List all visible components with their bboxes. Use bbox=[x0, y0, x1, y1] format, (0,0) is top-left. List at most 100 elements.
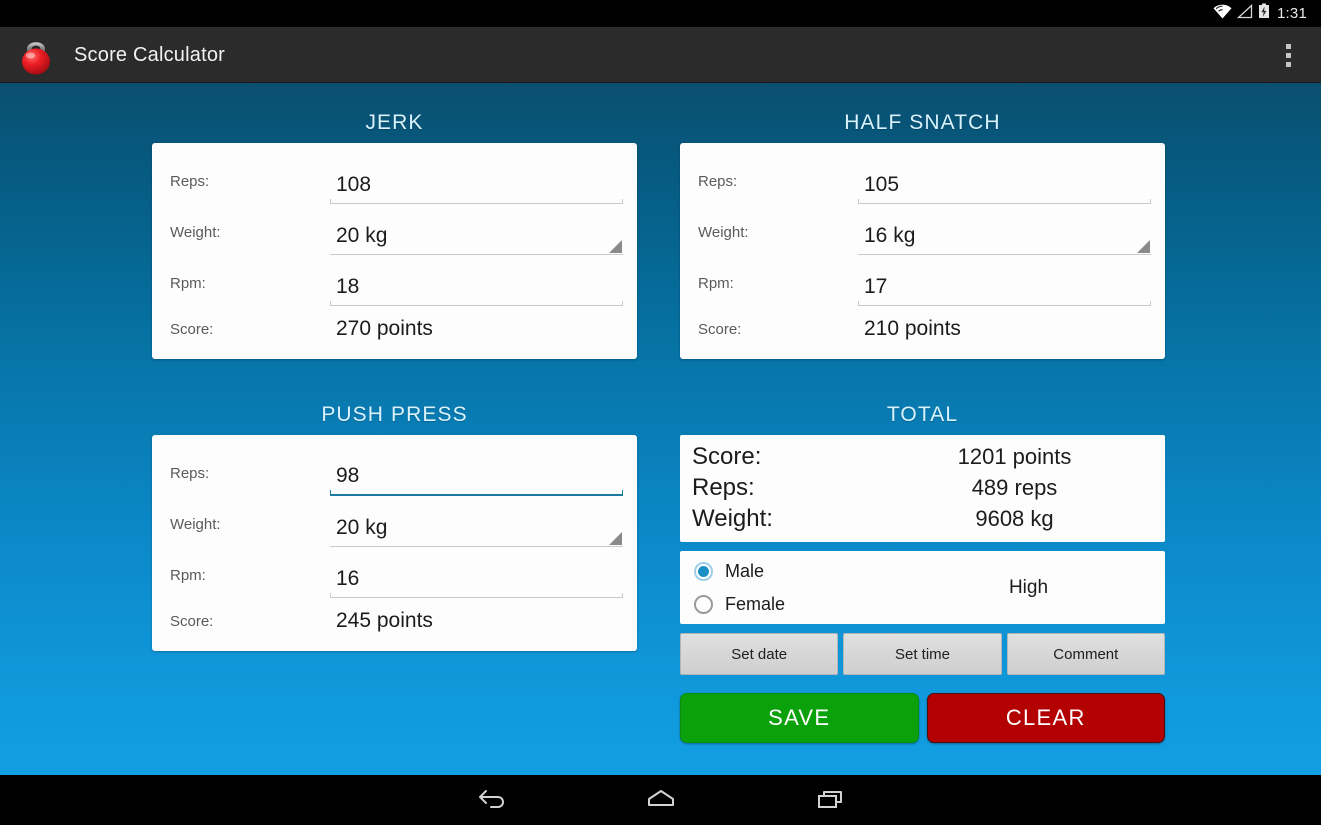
total-row-weight: Weight: 9608 kg bbox=[692, 505, 1153, 536]
total-value-reps: 489 reps bbox=[971, 475, 1058, 500]
clear-button[interactable]: CLEAR bbox=[926, 693, 1165, 743]
exercise-card-half-snatch: HALF SNATCH Reps: 105 Weight: 16 kg Rpm:… bbox=[680, 111, 1165, 359]
field-row-score: Score: 270 points bbox=[162, 306, 623, 352]
value-weight-jerk: 20 kg bbox=[336, 224, 388, 247]
comment-button[interactable]: Comment bbox=[1006, 633, 1165, 675]
input-reps-jerk[interactable]: 108 bbox=[330, 173, 623, 204]
field-row-rpm: Rpm: 17 bbox=[690, 255, 1151, 306]
card-body-push-press: Reps: 98 Weight: 20 kg Rpm: 16 Score: 24… bbox=[152, 435, 637, 651]
action-bar: Score Calculator bbox=[0, 27, 1321, 83]
underline-rpm-push-press bbox=[330, 593, 623, 598]
section-title-push-press: PUSH PRESS bbox=[321, 403, 468, 426]
label-weight: Weight: bbox=[170, 224, 221, 241]
radio-male[interactable]: Male bbox=[694, 555, 934, 588]
recents-icon[interactable] bbox=[801, 782, 861, 818]
underline-reps-push-press bbox=[330, 490, 623, 496]
label-rpm: Rpm: bbox=[170, 275, 206, 292]
underline-reps-half-snatch bbox=[858, 199, 1151, 204]
label-score: Score: bbox=[170, 612, 214, 630]
section-title-total: TOTAL bbox=[886, 403, 959, 426]
label-rpm: Rpm: bbox=[170, 567, 206, 584]
gender-and-level-card: Male Female High bbox=[680, 551, 1165, 624]
radio-male-icon[interactable] bbox=[694, 561, 713, 581]
save-button[interactable]: SAVE bbox=[680, 693, 919, 743]
input-rpm-push-press[interactable]: 16 bbox=[330, 567, 623, 598]
app-title: Score Calculator bbox=[74, 43, 226, 66]
label-score: Score: bbox=[698, 320, 742, 338]
label-reps: Reps: bbox=[170, 465, 210, 482]
signal-icon bbox=[1236, 3, 1253, 24]
wifi-icon bbox=[1213, 4, 1232, 24]
total-label-reps: Reps: bbox=[692, 474, 755, 501]
android-screen: 1:31 Score Calculator JERK Reps: 108 Wei… bbox=[0, 0, 1321, 825]
kettlebell-icon bbox=[14, 33, 58, 77]
value-reps-half-snatch: 105 bbox=[864, 173, 900, 196]
value-reps-push-press: 98 bbox=[336, 464, 360, 487]
score-wrap-push-press: 245 points bbox=[330, 609, 623, 633]
radio-female[interactable]: Female bbox=[694, 588, 934, 621]
field-row-reps: Reps: 108 bbox=[162, 153, 623, 204]
navigation-bar bbox=[0, 775, 1321, 825]
value-weight-push-press: 20 kg bbox=[336, 516, 388, 539]
total-value-weight: 9608 kg bbox=[975, 506, 1054, 531]
input-rpm-half-snatch[interactable]: 17 bbox=[858, 275, 1151, 306]
underline-weight-jerk bbox=[330, 240, 623, 255]
battery-charging-icon bbox=[1258, 3, 1270, 24]
section-title-half-snatch: HALF SNATCH bbox=[844, 111, 1001, 134]
section-title-jerk: JERK bbox=[365, 111, 424, 134]
total-row-reps: Reps: 489 reps bbox=[692, 474, 1153, 505]
field-row-weight: Weight: 20 kg bbox=[162, 496, 623, 547]
input-reps-push-press[interactable]: 98 bbox=[330, 464, 623, 496]
score-wrap-half-snatch: 210 points bbox=[858, 317, 1151, 341]
home-icon[interactable] bbox=[631, 782, 691, 818]
chevron-down-icon bbox=[609, 240, 622, 253]
field-row-weight: Weight: 20 kg bbox=[162, 204, 623, 255]
set-time-button[interactable]: Set time bbox=[843, 633, 1002, 675]
chevron-down-icon bbox=[609, 532, 622, 545]
value-score-push-press: 245 points bbox=[336, 609, 433, 632]
meta-button-row: Set date Set time Comment bbox=[680, 633, 1165, 675]
value-score-jerk: 270 points bbox=[336, 317, 433, 340]
back-icon[interactable] bbox=[461, 782, 521, 818]
exercise-card-push-press: PUSH PRESS Reps: 98 Weight: 20 kg Rpm: 1… bbox=[152, 403, 637, 651]
status-bar-icons bbox=[1213, 3, 1270, 24]
value-reps-jerk: 108 bbox=[336, 173, 372, 196]
value-score-half-snatch: 210 points bbox=[864, 317, 961, 340]
radio-male-label: Male bbox=[725, 560, 765, 581]
field-row-rpm: Rpm: 18 bbox=[162, 255, 623, 306]
total-value-score: 1201 points bbox=[957, 444, 1072, 469]
field-row-rpm: Rpm: 16 bbox=[162, 547, 623, 598]
status-bar-clock: 1:31 bbox=[1277, 5, 1307, 22]
input-reps-half-snatch[interactable]: 105 bbox=[858, 173, 1151, 204]
value-rpm-half-snatch: 17 bbox=[864, 275, 888, 298]
label-weight: Weight: bbox=[698, 224, 749, 241]
card-body-jerk: Reps: 108 Weight: 20 kg Rpm: 18 Score: 2… bbox=[152, 143, 637, 359]
label-reps: Reps: bbox=[698, 173, 738, 190]
spinner-weight-push-press[interactable]: 20 kg bbox=[330, 516, 623, 547]
field-row-weight: Weight: 16 kg bbox=[690, 204, 1151, 255]
radio-female-icon[interactable] bbox=[694, 594, 713, 614]
total-label-weight: Weight: bbox=[692, 505, 773, 532]
total-row-score: Score: 1201 points bbox=[692, 443, 1153, 474]
underline-weight-half-snatch bbox=[858, 240, 1151, 255]
spinner-weight-half-snatch[interactable]: 16 kg bbox=[858, 224, 1151, 255]
label-weight: Weight: bbox=[170, 516, 221, 533]
underline-rpm-half-snatch bbox=[858, 301, 1151, 306]
label-reps: Reps: bbox=[170, 173, 210, 190]
field-row-score: Score: 210 points bbox=[690, 306, 1151, 352]
spinner-weight-jerk[interactable]: 20 kg bbox=[330, 224, 623, 255]
underline-reps-jerk bbox=[330, 199, 623, 204]
input-rpm-jerk[interactable]: 18 bbox=[330, 275, 623, 306]
label-score: Score: bbox=[170, 320, 214, 338]
card-body-half-snatch: Reps: 105 Weight: 16 kg Rpm: 17 Score: 2… bbox=[680, 143, 1165, 359]
score-wrap-jerk: 270 points bbox=[330, 317, 623, 341]
chevron-down-icon bbox=[1137, 240, 1150, 253]
underline-rpm-jerk bbox=[330, 301, 623, 306]
radio-female-label: Female bbox=[725, 593, 786, 614]
set-date-button[interactable]: Set date bbox=[680, 633, 839, 675]
field-row-reps: Reps: 105 bbox=[690, 153, 1151, 204]
exercise-card-jerk: JERK Reps: 108 Weight: 20 kg Rpm: 18 Sco… bbox=[152, 111, 637, 359]
overflow-menu-icon[interactable] bbox=[1275, 35, 1301, 75]
underline-weight-push-press bbox=[330, 532, 623, 547]
status-bar: 1:31 bbox=[0, 0, 1321, 27]
